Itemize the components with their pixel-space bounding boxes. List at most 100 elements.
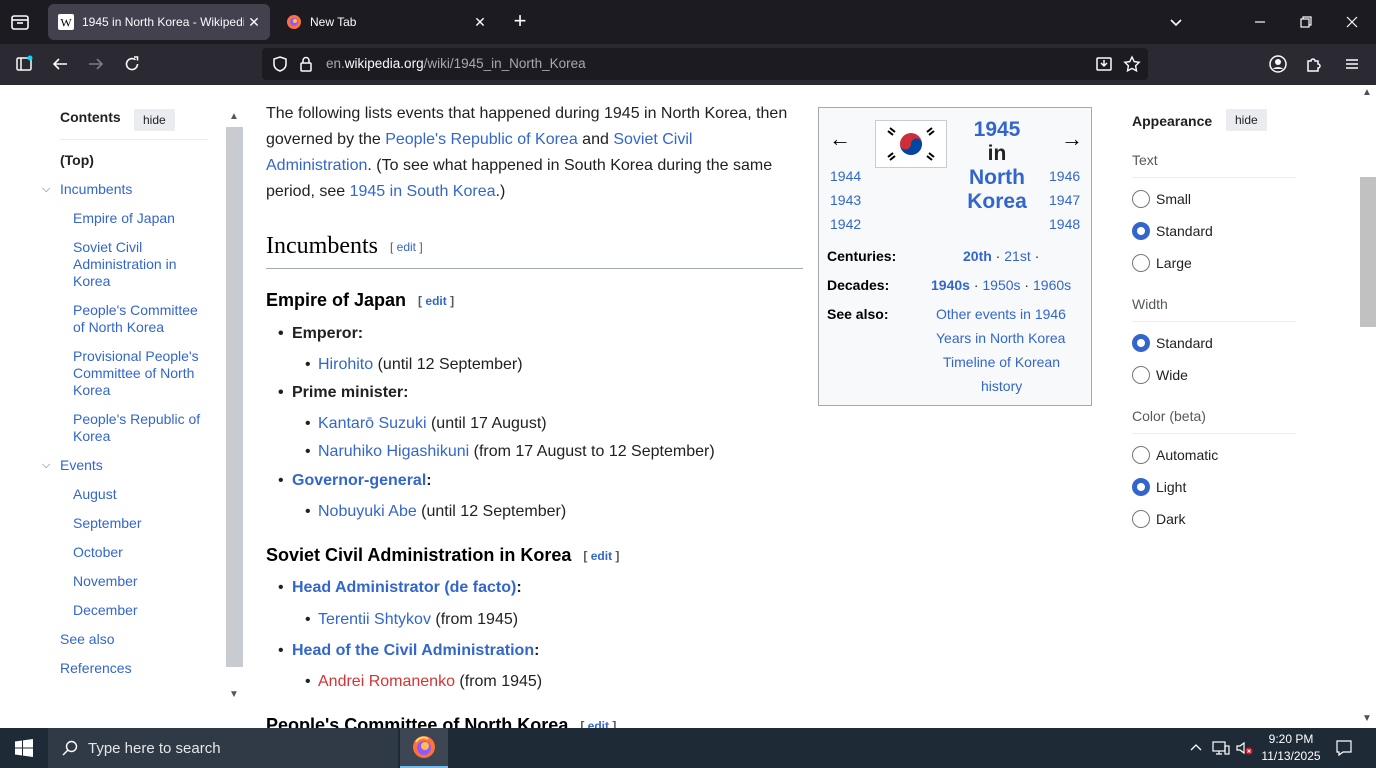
decade-link-1940s[interactable]: 1940s: [931, 277, 970, 293]
toc-item-provisional-peoples-committee[interactable]: Provisional People's Committee of North …: [73, 348, 213, 399]
toc-item-august[interactable]: August: [73, 486, 117, 503]
chevron-down-icon[interactable]: ⌵: [42, 457, 50, 474]
link-peoples-republic-of-korea[interactable]: People's Republic of Korea: [385, 131, 578, 148]
windows-start-icon[interactable]: [0, 728, 48, 768]
tab-close-icon[interactable]: ✕: [470, 12, 490, 32]
decade-link-1960s[interactable]: 1960s: [1033, 277, 1071, 293]
radio-text-small[interactable]: Small: [1132, 190, 1191, 208]
toc-item-empire-of-japan[interactable]: Empire of Japan: [73, 210, 213, 227]
link-governor-general[interactable]: Governor-general: [292, 472, 426, 489]
toc-item-soviet-civil-administration[interactable]: Soviet Civil Administration in Korea: [73, 239, 198, 290]
tab-new-tab[interactable]: New Tab ✕: [276, 4, 496, 40]
edit-section-link[interactable]: [ edit ]: [583, 549, 619, 563]
year-link-1943[interactable]: 1943: [830, 192, 861, 208]
extensions-puzzle-icon[interactable]: [1302, 52, 1326, 76]
edit-section-link[interactable]: [ edit ]: [418, 294, 454, 308]
reload-icon[interactable]: [120, 52, 144, 76]
toc-scrollbar-thumb[interactable]: [226, 127, 243, 667]
link-kantaro-suzuki[interactable]: Kantarō Suzuki: [318, 415, 427, 432]
network-icon[interactable]: [1211, 738, 1231, 758]
link-1945-in-south-korea[interactable]: 1945 in South Korea: [350, 183, 496, 200]
menu-hamburger-icon[interactable]: [1340, 52, 1364, 76]
notifications-icon[interactable]: [1334, 738, 1354, 758]
lock-icon[interactable]: [294, 52, 318, 76]
toc-item-november[interactable]: November: [73, 573, 138, 590]
toc-item-see-also[interactable]: See also: [60, 631, 114, 648]
link-head-of-civil-administration[interactable]: Head of the Civil Administration: [292, 642, 534, 659]
year-link-1942[interactable]: 1942: [830, 216, 861, 232]
toc-item-incumbents[interactable]: ⌵ Incumbents: [42, 181, 132, 198]
taskbar-search-box[interactable]: Type here to search: [48, 728, 398, 768]
new-tab-plus-icon[interactable]: +: [508, 10, 532, 34]
link-hirohito[interactable]: Hirohito: [318, 356, 373, 373]
close-window-icon[interactable]: [1334, 6, 1370, 38]
page-scrollbar-thumb[interactable]: [1360, 177, 1376, 327]
scroll-down-arrow-icon[interactable]: ▼: [1362, 713, 1372, 724]
century-link-20th[interactable]: 20th: [963, 248, 992, 264]
prev-year-arrow-icon[interactable]: ←: [829, 126, 851, 152]
next-year-arrow-icon[interactable]: →: [1061, 126, 1083, 152]
radio-text-large[interactable]: Large: [1132, 254, 1192, 272]
taskbar-firefox-icon[interactable]: [400, 728, 448, 768]
edit-section-link[interactable]: [ edit ]: [580, 719, 616, 728]
address-bar[interactable]: en.wikipedia.org/wiki/1945_in_North_Kore…: [262, 48, 1148, 80]
link-head-administrator[interactable]: Head Administrator (de facto): [292, 579, 516, 596]
tab-list-icon[interactable]: [8, 10, 32, 34]
list-all-tabs-chevron-icon[interactable]: [1158, 6, 1194, 38]
link-nobuyuki-abe[interactable]: Nobuyuki Abe: [318, 503, 417, 520]
url-text[interactable]: en.wikipedia.org/wiki/1945_in_North_Kore…: [326, 56, 586, 71]
forward-arrow-icon[interactable]: [84, 52, 108, 76]
bookmark-star-icon[interactable]: [1120, 52, 1144, 76]
appearance-hide-button[interactable]: hide: [1226, 109, 1267, 131]
century-link-21st[interactable]: 21st: [1004, 248, 1030, 264]
toc-item-peoples-committee[interactable]: People's Committee of North Korea: [73, 302, 213, 336]
title-year[interactable]: 1945: [957, 118, 1037, 142]
radio-color-dark[interactable]: Dark: [1132, 510, 1186, 528]
toc-item-september[interactable]: September: [73, 515, 141, 532]
toc-item-december[interactable]: December: [73, 602, 138, 619]
toc-hide-button[interactable]: hide: [134, 109, 175, 131]
decade-link-1950s[interactable]: 1950s: [982, 277, 1020, 293]
show-hidden-icons-chevron-icon[interactable]: [1186, 738, 1206, 758]
scroll-down-arrow-icon[interactable]: ▼: [229, 689, 239, 700]
toc-item-events[interactable]: ⌵ Events: [42, 457, 103, 474]
year-link-1947[interactable]: 1947: [1049, 192, 1080, 208]
radio-width-wide[interactable]: Wide: [1132, 366, 1188, 384]
year-link-1948[interactable]: 1948: [1049, 216, 1080, 232]
radio-text-standard[interactable]: Standard: [1132, 222, 1213, 240]
tab-close-icon[interactable]: ✕: [244, 12, 264, 32]
link-naruhiko-higashikuni[interactable]: Naruhiko Higashikuni: [318, 443, 469, 460]
toc-item-peoples-republic[interactable]: People's Republic of Korea: [73, 411, 213, 445]
edit-section-link[interactable]: [ edit ]: [390, 240, 423, 254]
toc-item-references[interactable]: References: [60, 660, 132, 677]
toc-item-top[interactable]: (Top): [60, 152, 94, 169]
radio-width-standard[interactable]: Standard: [1132, 334, 1213, 352]
page-scrollbar[interactable]: ▲ ▼: [1358, 85, 1376, 728]
toc-scrollbar[interactable]: ▲ ▼: [226, 109, 243, 705]
chevron-down-icon[interactable]: ⌵: [42, 181, 50, 198]
scroll-up-arrow-icon[interactable]: ▲: [1362, 87, 1372, 98]
see-also-link-years-in-north-korea[interactable]: Years in North Korea: [936, 330, 1065, 346]
scroll-up-arrow-icon[interactable]: ▲: [229, 111, 239, 122]
year-link-1946[interactable]: 1946: [1049, 168, 1080, 184]
minimize-icon[interactable]: [1242, 6, 1278, 38]
see-also-link-history[interactable]: history: [981, 378, 1022, 394]
radio-color-automatic[interactable]: Automatic: [1132, 446, 1218, 464]
tracking-protection-shield-icon[interactable]: [268, 52, 292, 76]
year-link-1944[interactable]: 1944: [830, 168, 861, 184]
taskbar-clock[interactable]: 9:20 PM 11/13/2025: [1256, 731, 1326, 765]
tab-wikipedia[interactable]: W 1945 in North Korea - Wikipedia ✕: [48, 4, 270, 40]
restore-icon[interactable]: [1288, 6, 1324, 38]
sidebar-toggle-icon[interactable]: [12, 52, 36, 76]
back-arrow-icon[interactable]: [48, 52, 72, 76]
see-also-link-other-events[interactable]: Other events in 1946: [936, 306, 1066, 322]
title-place[interactable]: North Korea: [957, 166, 1037, 214]
reader-view-icon[interactable]: [1092, 52, 1116, 76]
volume-muted-icon[interactable]: [1234, 738, 1254, 758]
toc-item-october[interactable]: October: [73, 544, 123, 561]
radio-color-light[interactable]: Light: [1132, 478, 1186, 496]
link-andrei-romanenko[interactable]: Andrei Romanenko: [318, 673, 455, 690]
account-icon[interactable]: [1266, 52, 1290, 76]
link-terentii-shtykov[interactable]: Terentii Shtykov: [318, 611, 431, 628]
see-also-link-timeline[interactable]: Timeline of Korean: [943, 354, 1060, 370]
